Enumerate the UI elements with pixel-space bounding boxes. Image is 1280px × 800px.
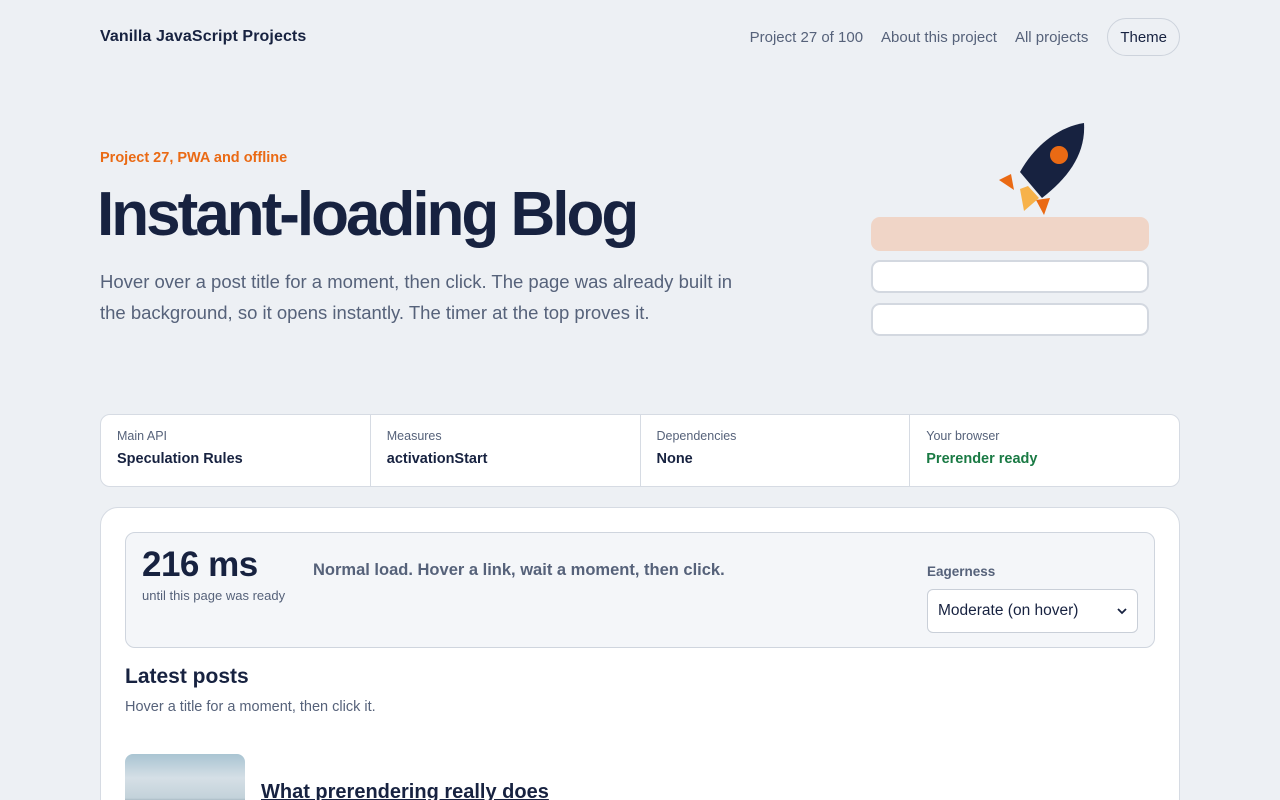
top-bar: Vanilla JavaScript Projects Project 27 o… [100,18,1180,56]
info-label: Your browser [926,429,1000,443]
info-dependencies: Dependencies None [641,415,911,486]
info-value: Speculation Rules [117,451,243,467]
info-measures: Measures activationStart [371,415,641,486]
info-value: activationStart [386,451,488,467]
info-main-api: Main API Speculation Rules [101,415,371,486]
main-nav: Project 27 of 100 About this project All… [750,18,1180,56]
load-status-message: Normal load. Hover a link, wait a moment… [313,561,725,579]
brand-title[interactable]: Vanilla JavaScript Projects [100,28,306,46]
nav-project-counter[interactable]: Project 27 of 100 [750,29,863,46]
demo-card: 216 ms until this page was ready Normal … [100,507,1180,800]
nav-all-projects-link[interactable]: All projects [1015,29,1088,46]
post-thumbnail[interactable] [125,754,245,800]
project-eyebrow: Project 27, PWA and offline [100,150,288,166]
info-label: Main API [117,429,168,443]
info-value: None [656,451,693,467]
info-label: Dependencies [656,429,737,443]
status-badge: Prerender ready [926,451,1038,467]
posts-subtitle: Hover a title for a moment, then click i… [125,699,376,715]
hero-description: Hover over a post title for a moment, th… [100,271,733,323]
eagerness-label: Eagerness [927,564,996,579]
info-browser-status: Your browser Prerender ready [910,415,1179,486]
load-time-value: 216 ms [142,545,258,584]
load-timer-panel: 216 ms until this page was ready Normal … [125,532,1155,648]
theme-toggle-button[interactable]: Theme [1107,18,1180,56]
eagerness-select[interactable]: Moderate (on hover) [927,589,1138,633]
nav-about-link[interactable]: About this project [881,29,997,46]
rocket-icon [999,123,1085,215]
post-title-link[interactable]: What prerendering really does [261,781,549,800]
illustration-outline-bar [871,303,1149,336]
info-label: Measures [386,429,442,443]
project-info-strip: Main API Speculation Rules Measures acti… [100,414,1180,487]
list-item: What prerendering really does [125,754,1025,800]
chevron-down-icon [1117,608,1127,615]
posts-heading: Latest posts [125,665,249,688]
page-title: Instant-loading Blog [97,180,639,249]
hero-illustration [870,118,1152,340]
load-time-caption: until this page was ready [142,588,286,603]
eagerness-selected-value: Moderate (on hover) [938,602,1079,619]
illustration-outline-bar [871,260,1149,293]
